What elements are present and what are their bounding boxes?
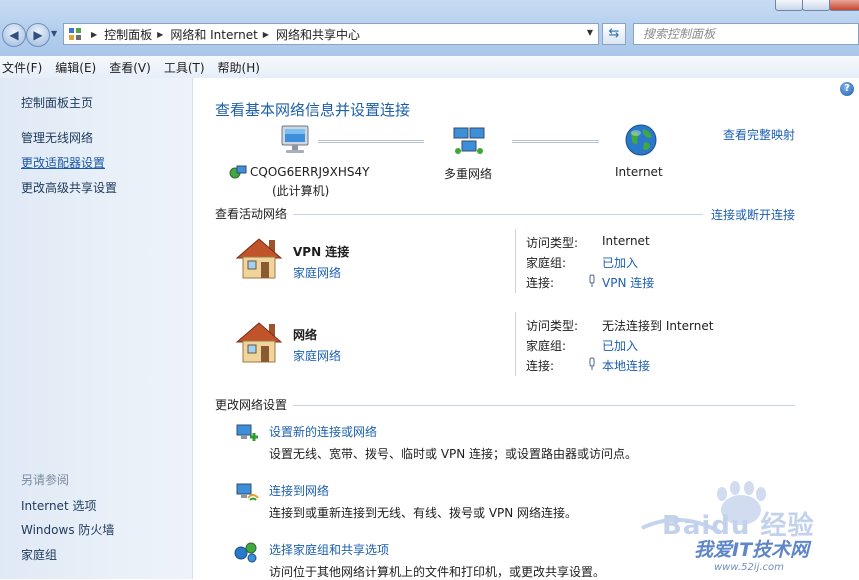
section-divider — [293, 214, 703, 215]
maximize-button[interactable] — [802, 0, 830, 11]
help-icon[interactable]: ? — [840, 82, 854, 96]
forward-button[interactable]: ▶ — [26, 23, 50, 47]
computer-name: CQOG6ERRJ9XHS4Y — [250, 165, 370, 179]
network-node-label: 多重网络 — [444, 167, 493, 181]
network-type-link[interactable]: 家庭网络 — [293, 264, 341, 281]
address-bar[interactable]: ▶ 控制面板 ▶ 网络和 Internet ▶ 网络和共享中心 ▼ — [63, 23, 599, 45]
view-full-map-link[interactable]: 查看完整映射 — [723, 126, 795, 143]
sidebar-item-manage-wireless[interactable]: 管理无线网络 — [21, 129, 93, 146]
left-task-pane: 控制面板主页 管理无线网络 更改适配器设置 更改高级共享设置 另请参阅 Inte… — [0, 78, 193, 579]
menu-file[interactable]: 文件(F) — [2, 59, 42, 76]
search-placeholder: 搜索控制面板 — [643, 27, 716, 41]
breadcrumb-network-internet[interactable]: 网络和 Internet — [170, 26, 257, 43]
connect-to-network-link[interactable]: 连接到网络 — [269, 482, 329, 499]
connect-disconnect-link[interactable]: 连接或断开连接 — [711, 206, 795, 223]
network-divider — [515, 229, 516, 293]
minimize-button[interactable] — [775, 0, 803, 11]
connection-label: 连接: — [526, 359, 555, 373]
sidebar-item-homegroup[interactable]: 家庭组 — [21, 546, 57, 563]
network-type-link[interactable]: 家庭网络 — [293, 347, 341, 364]
back-button[interactable]: ◀ — [2, 23, 26, 47]
breadcrumb-separator-icon: ▶ — [91, 29, 98, 39]
close-button[interactable] — [829, 0, 859, 11]
network-name: 网络 — [293, 328, 318, 342]
refresh-button[interactable]: ⇆ — [602, 23, 626, 45]
network-divider — [515, 312, 516, 376]
internet-node-label: Internet — [615, 165, 663, 179]
forward-arrow-icon: ▶ — [33, 28, 43, 42]
refresh-icon: ⇆ — [608, 26, 620, 41]
homegroup-sharing-link[interactable]: 选择家庭组和共享选项 — [269, 541, 389, 558]
breadcrumb-control-panel[interactable]: 控制面板 — [104, 26, 152, 43]
watermark-site: 我爱IT技术网 — [694, 539, 810, 561]
access-type-label: 访问类型: — [526, 319, 579, 333]
active-networks-header: 查看活动网络 — [215, 207, 288, 221]
menu-tools[interactable]: 工具(T) — [164, 59, 205, 76]
homegroup-label: 家庭组: — [526, 256, 567, 270]
homegroup-label: 家庭组: — [526, 339, 567, 353]
menu-view[interactable]: 查看(V) — [109, 59, 151, 76]
setup-connection-link[interactable]: 设置新的连接或网络 — [269, 423, 377, 440]
search-input[interactable]: 搜索控制面板 — [633, 23, 859, 45]
internet-globe-icon[interactable] — [624, 123, 658, 157]
access-type-value: Internet — [602, 234, 650, 248]
network-computer-small-icon — [229, 165, 247, 179]
sidebar-item-adapter-settings[interactable]: 更改适配器设置 — [21, 154, 105, 171]
computer-icon[interactable] — [279, 124, 313, 156]
task-description: 连接到或重新连接到无线、有线、拨号或 VPN 网络连接。 — [269, 506, 578, 520]
map-connector — [512, 140, 599, 143]
back-arrow-icon: ◀ — [9, 28, 19, 42]
page-title: 查看基本网络信息并设置连接 — [215, 101, 411, 119]
breadcrumb-separator-icon[interactable]: ▶ — [157, 30, 163, 39]
computer-subtitle: (此计算机) — [272, 184, 330, 198]
vpn-connection-link[interactable]: VPN 连接 — [602, 274, 654, 291]
homegroup-joined-link[interactable]: 已加入 — [602, 337, 638, 354]
breadcrumb-separator-icon[interactable]: ▶ — [263, 30, 269, 39]
homegroup-joined-link[interactable]: 已加入 — [602, 254, 638, 271]
local-connection-link[interactable]: 本地连接 — [602, 357, 650, 374]
connection-label: 连接: — [526, 276, 555, 290]
task-description: 访问位于其他网络计算机上的文件和打印机，或更改共享设置。 — [269, 565, 606, 579]
sidebar-item-windows-firewall[interactable]: Windows 防火墙 — [21, 521, 114, 538]
homegroup-sharing-icon — [234, 542, 257, 563]
access-type-label: 访问类型: — [526, 236, 579, 250]
breadcrumb-sharing-center[interactable]: 网络和共享中心 — [276, 26, 360, 43]
task-description: 设置无线、宽带、拨号、临时或 VPN 连接；或设置路由器或访问点。 — [269, 447, 638, 461]
home-network-icon — [235, 238, 283, 279]
address-dropdown-icon[interactable]: ▼ — [587, 28, 593, 37]
sidebar-item-control-panel-home[interactable]: 控制面板主页 — [21, 94, 93, 111]
map-connector — [318, 140, 424, 143]
see-also-heading: 另请参阅 — [21, 473, 70, 487]
watermark: Baidu 经验 我爱IT技术网 www.52ij.com — [640, 480, 859, 579]
menu-edit[interactable]: 编辑(E) — [55, 59, 96, 76]
menu-help[interactable]: 帮助(H) — [218, 59, 260, 76]
window-titlebar: ◀ ▶ ▼ ▶ 控制面板 ▶ 网络和 Internet ▶ 网络和共享中心 ▼ … — [0, 0, 859, 56]
vpn-connection-icon — [589, 274, 595, 287]
sidebar-item-internet-options[interactable]: Internet 选项 — [21, 497, 96, 514]
recent-pages-dropdown[interactable]: ▼ — [51, 29, 57, 38]
section-divider — [293, 405, 795, 406]
new-connection-icon — [236, 424, 258, 441]
multiple-networks-icon[interactable] — [452, 126, 486, 156]
sidebar-item-advanced-sharing[interactable]: 更改高级共享设置 — [21, 179, 117, 196]
network-name: VPN 连接 — [293, 245, 350, 259]
access-type-value: 无法连接到 Internet — [602, 319, 714, 333]
menu-bar: 文件(F) 编辑(E) 查看(V) 工具(T) 帮助(H) — [0, 56, 859, 79]
connect-to-network-icon — [236, 483, 259, 501]
home-network-icon — [235, 322, 283, 363]
change-settings-header: 更改网络设置 — [215, 398, 288, 412]
control-panel-icon — [69, 28, 81, 40]
local-connection-icon — [589, 357, 595, 370]
watermark-url: www.52ij.com — [714, 562, 784, 573]
